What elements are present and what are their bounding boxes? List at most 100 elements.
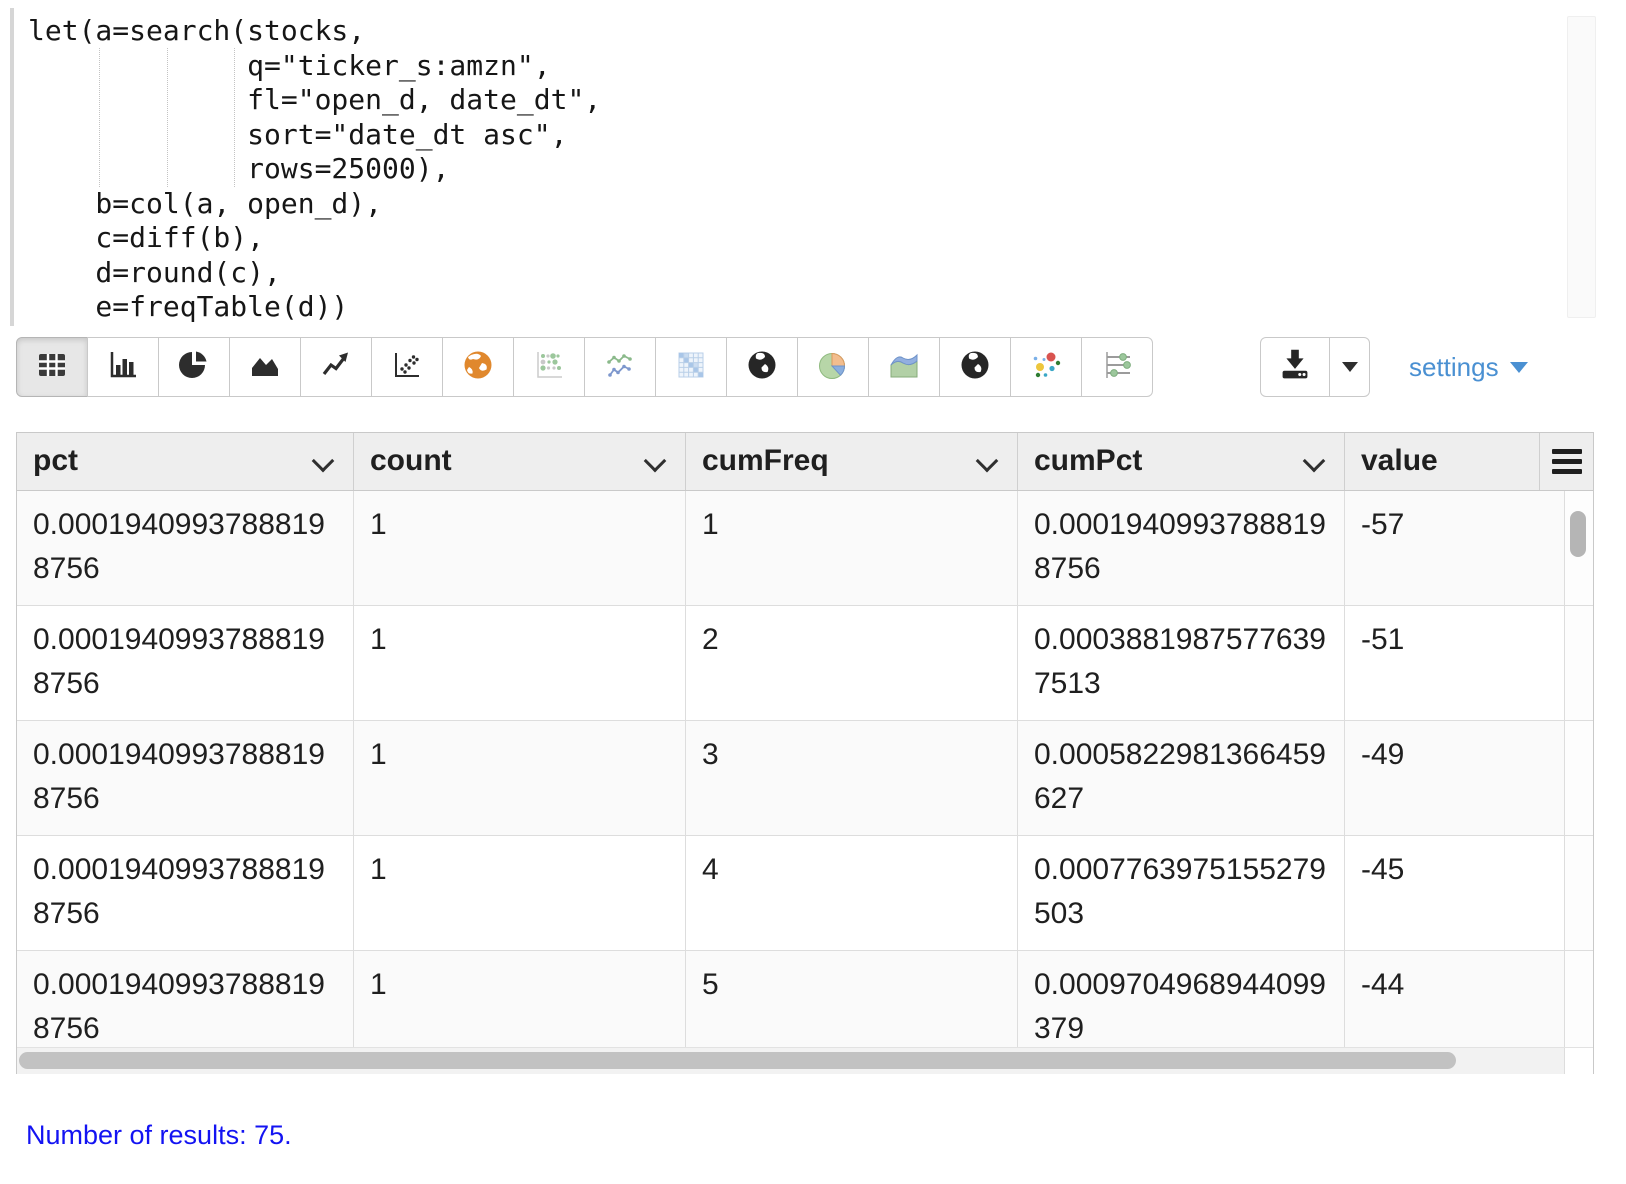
viz-globe-dark-button[interactable] (726, 337, 798, 397)
viz-scatter-plot-button[interactable] (371, 337, 443, 397)
cell-count: 1 (353, 951, 685, 1047)
cell-count: 1 (353, 491, 685, 605)
viz-heatmap-button[interactable] (655, 337, 727, 397)
visualization-toolbar (16, 337, 1153, 397)
column-header-pct[interactable]: pct (17, 433, 353, 490)
code-text[interactable]: let(a=search(stocks, q="ticker_s:amzn", … (14, 8, 1602, 325)
column-header-label: value (1361, 444, 1438, 477)
globe-dark-icon (744, 347, 780, 388)
globe-dark-2-icon (957, 347, 993, 388)
viz-multi-line-chart-button[interactable] (584, 337, 656, 397)
viz-intervals-button[interactable] (1081, 337, 1153, 397)
column-header-value[interactable]: value (1344, 433, 1539, 490)
table-icon (34, 347, 70, 388)
line-chart-icon (318, 347, 354, 388)
table-row: 0.00019409937888198756 1 3 0.00058229813… (17, 721, 1593, 836)
table-row: 0.00019409937888198756 1 2 0.00038819875… (17, 606, 1593, 721)
multi-line-chart-icon (602, 347, 638, 388)
cell-cumPct: 0.00038819875776397513 (1017, 606, 1344, 720)
cell-cumPct: 0.0005822981366459627 (1017, 721, 1344, 835)
chevron-down-icon[interactable] (644, 450, 667, 473)
column-header-count[interactable]: count (353, 433, 685, 490)
chevron-down-icon[interactable] (312, 450, 335, 473)
cell-pct: 0.00019409937888198756 (17, 721, 353, 835)
cell-pct: 0.00019409937888198756 (17, 606, 353, 720)
heatmap-icon (673, 347, 709, 388)
cell-pct: 0.00019409937888198756 (17, 836, 353, 950)
cell-value: -45 (1344, 836, 1564, 950)
viz-bubble-grid-button[interactable] (513, 337, 585, 397)
viz-globe-orange-button[interactable] (442, 337, 514, 397)
column-header-cumFreq[interactable]: cumFreq (685, 433, 1017, 490)
settings-dropdown[interactable]: settings (1409, 337, 1528, 397)
cell-pct: 0.00019409937888198756 (17, 491, 353, 605)
indent-guide (167, 48, 168, 187)
indent-guide (234, 48, 235, 187)
column-header-label: count (370, 444, 452, 477)
viz-globe-dark-2-button[interactable] (939, 337, 1011, 397)
cell-value: -49 (1344, 721, 1564, 835)
viz-area-chart-button[interactable] (229, 337, 301, 397)
vertical-scrollbar-thumb[interactable] (1570, 511, 1586, 557)
table-row: 0.00019409937888198756 1 1 0.00019409937… (17, 491, 1593, 606)
area-chart-icon (247, 347, 283, 388)
cell-count: 1 (353, 606, 685, 720)
horizontal-scrollbar-thumb[interactable] (19, 1052, 1456, 1069)
cell-cumFreq: 5 (685, 951, 1017, 1047)
cell-value: -51 (1344, 606, 1564, 720)
settings-label[interactable]: settings (1409, 352, 1499, 383)
table-body: 0.00019409937888198756 1 1 0.00019409937… (17, 491, 1593, 1047)
vertical-scrollbar-track[interactable] (1564, 606, 1593, 720)
horizontal-scrollbar[interactable] (17, 1047, 1593, 1074)
hamburger-menu-icon (1552, 449, 1582, 474)
area-chart-colored-icon (886, 347, 922, 388)
cell-cumFreq: 3 (685, 721, 1017, 835)
code-editor[interactable]: let(a=search(stocks, q="ticker_s:amzn", … (10, 8, 1602, 326)
pie-chart-colored-icon (815, 347, 851, 388)
cell-value: -44 (1344, 951, 1564, 1047)
viz-pie-chart-button[interactable] (158, 337, 230, 397)
vertical-scrollbar-track[interactable] (1564, 721, 1593, 835)
bubble-grid-icon (531, 347, 567, 388)
results-table: pct count cumFreq cumPct value 0.0001940… (16, 432, 1594, 1074)
indent-guide (99, 48, 100, 187)
intervals-icon (1099, 347, 1135, 388)
viz-bar-chart-button[interactable] (87, 337, 159, 397)
cell-cumPct: 0.00019409937888198756 (1017, 491, 1344, 605)
cell-cumFreq: 1 (685, 491, 1017, 605)
chevron-down-icon[interactable] (1303, 450, 1326, 473)
cell-count: 1 (353, 721, 685, 835)
download-button[interactable] (1260, 337, 1330, 397)
cell-cumPct: 0.0009704968944099379 (1017, 951, 1344, 1047)
table-menu-button[interactable] (1539, 433, 1593, 490)
globe-orange-icon (460, 347, 496, 388)
column-header-label: cumPct (1034, 444, 1142, 477)
viz-table-button[interactable] (16, 337, 88, 397)
caret-down-icon (1510, 362, 1528, 373)
scatter-plot-icon (389, 347, 425, 388)
cell-pct: 0.00019409937888198756 (17, 951, 353, 1047)
results-count-text: Number of results: 75. (26, 1120, 292, 1151)
scatter-colored-icon (1028, 347, 1064, 388)
vertical-scrollbar-track[interactable] (1564, 951, 1593, 1047)
column-header-label: pct (33, 444, 78, 477)
column-header-cumPct[interactable]: cumPct (1017, 433, 1344, 490)
chevron-down-icon[interactable] (976, 450, 999, 473)
cell-cumPct: 0.0007763975155279503 (1017, 836, 1344, 950)
cell-count: 1 (353, 836, 685, 950)
vertical-scrollbar-track[interactable] (1564, 836, 1593, 950)
viz-pie-chart-colored-button[interactable] (797, 337, 869, 397)
viz-scatter-colored-button[interactable] (1010, 337, 1082, 397)
table-row: 0.00019409937888198756 1 4 0.00077639751… (17, 836, 1593, 951)
download-icon (1274, 344, 1316, 391)
table-row: 0.00019409937888198756 1 5 0.00097049689… (17, 951, 1593, 1047)
download-options-button[interactable] (1329, 337, 1370, 397)
column-header-label: cumFreq (702, 444, 829, 477)
viz-area-chart-colored-button[interactable] (868, 337, 940, 397)
editor-scrollbar-track[interactable] (1567, 16, 1596, 318)
table-header-row: pct count cumFreq cumPct value (17, 433, 1593, 491)
download-split-button (1260, 337, 1370, 397)
cell-cumFreq: 4 (685, 836, 1017, 950)
viz-line-chart-button[interactable] (300, 337, 372, 397)
scrollbar-corner (1564, 1048, 1593, 1074)
